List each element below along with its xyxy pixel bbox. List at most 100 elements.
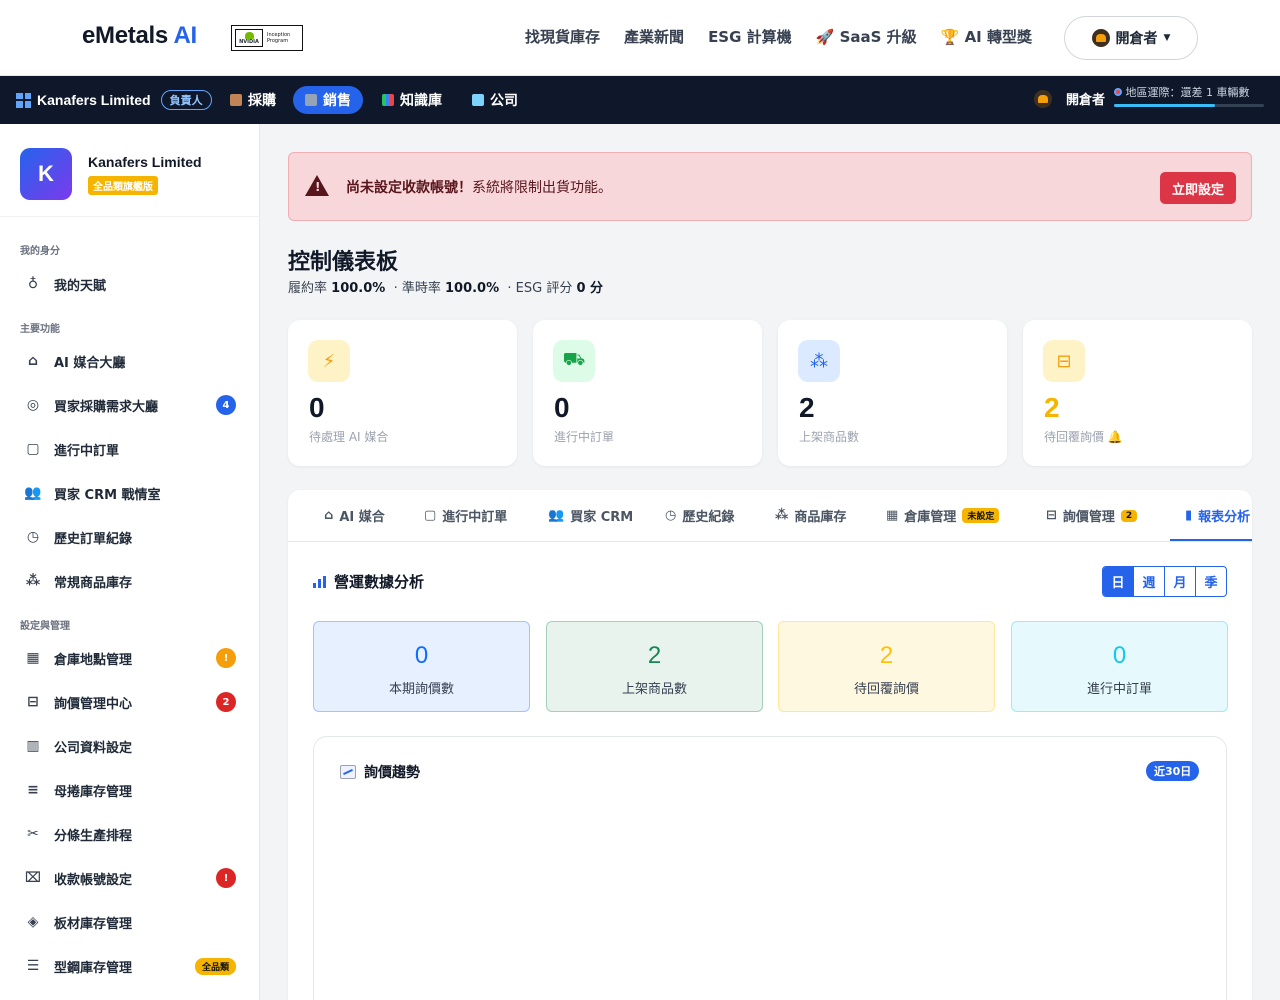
workspace-company[interactable]: Kanafers Limited 負責人 xyxy=(16,90,212,110)
sidebar-item[interactable]: ▦ 倉庫地點管理! xyxy=(24,644,238,672)
period-week-button[interactable]: 週 xyxy=(1133,567,1164,596)
brand-logo[interactable]: eMetals AI xyxy=(82,22,197,50)
period-quarter-button[interactable]: 季 xyxy=(1195,567,1226,596)
sidebar-item[interactable]: ⊟ 詢價管理中心 2 xyxy=(24,688,238,716)
region-status: 地區運際：還差 1 車輛數 xyxy=(1114,84,1264,100)
people-icon: 👥 xyxy=(24,485,42,501)
role-badge: 負責人 xyxy=(160,90,212,110)
sidebar-item-label: 買家 CRM 戰情室 xyxy=(54,487,161,503)
nav-link-stock[interactable]: 找現貨庫存 xyxy=(525,26,600,47)
kpi-label: 上架商品數 xyxy=(621,682,687,697)
stat-label: 待處理 AI 媒合 xyxy=(309,430,389,444)
user-menu-button[interactable]: 開倉者 ▼ xyxy=(1064,16,1198,60)
tab-company[interactable]: 公司 xyxy=(460,86,530,114)
sidebar-item-label: 我的天賦 xyxy=(54,278,107,294)
stat-card[interactable]: ⊟ 2 待回覆詢價 🔔 xyxy=(1023,320,1252,466)
list-icon: ☰ xyxy=(26,958,40,974)
tab-badge: 2 xyxy=(1120,509,1138,522)
nav-link-esg[interactable]: ESG 計算機 xyxy=(708,26,792,47)
kpi-label: 進行中訂單 xyxy=(1086,682,1152,697)
stat-card[interactable]: ⛟ 0 進行中訂單 xyxy=(533,320,762,466)
sidebar-item[interactable]: ≡ 母捲庫存管理 xyxy=(24,776,238,804)
sidebar-item-label: 買家採購需求大廳 xyxy=(54,399,159,415)
robot-icon: ⌂ xyxy=(324,508,334,523)
sidebar-item[interactable]: ▥ 公司資料設定 xyxy=(24,732,238,760)
dashboard-tab[interactable]: ▮ 報表分析 xyxy=(1185,506,1250,525)
people-icon: 👥 xyxy=(548,508,565,523)
sidebar-profile: K Kanafers Limited 全品類旗艦版 xyxy=(0,124,259,217)
kpi-box: 0 本期詢價數 xyxy=(313,621,530,712)
page-title: 控制儀表板 xyxy=(288,250,399,275)
dashboard-tab[interactable]: ⌂ AI 媒合 xyxy=(324,506,385,525)
section-settings: 設定與管理 xyxy=(20,621,70,632)
stat-value: 0 xyxy=(554,392,570,423)
kpi-value: 2 xyxy=(879,642,894,669)
award-icon: ♁ xyxy=(27,276,39,292)
period-month-button[interactable]: 月 xyxy=(1164,567,1195,596)
tab-knowledge[interactable]: 知識庫 xyxy=(370,86,454,114)
office-icon: ▥ xyxy=(26,738,40,754)
tab-label: 詢價管理 xyxy=(1062,510,1115,525)
sidebar-item-label: 分條生產排程 xyxy=(54,828,133,844)
plan-badge: 全品類旗艦版 xyxy=(88,176,158,195)
workspace-user[interactable]: 開倉者 xyxy=(1034,89,1105,108)
tab-purchase[interactable]: 採購 xyxy=(218,86,288,114)
region-progress-bar xyxy=(1114,104,1264,107)
sidebar-item[interactable]: ◷ 歷史訂單紀錄 xyxy=(24,523,238,551)
sidebar-item[interactable]: ⌂ AI 媒合大廳 xyxy=(24,347,238,375)
nav-link-award[interactable]: 🏆 AI 轉型獎 xyxy=(941,26,1032,47)
sidebar-item[interactable]: ♁ 我的天賦 xyxy=(24,270,238,298)
sidebar-item[interactable]: ◎ 買家採購需求大廳 4 xyxy=(24,391,238,419)
period-toggle: 日 週 月 季 xyxy=(1102,566,1227,597)
count-badge: 2 xyxy=(216,692,236,712)
tab-label: 報表分析 xyxy=(1198,510,1251,525)
target-dot-icon xyxy=(1114,88,1122,96)
section-main: 主要功能 xyxy=(20,324,60,335)
inbox-icon: ⊟ xyxy=(1043,340,1085,382)
sidebar-item[interactable]: ☰ 型鋼庫存管理 全品類 xyxy=(24,952,238,980)
sidebar-item[interactable]: ⁂ 常規商品庫存 xyxy=(24,567,238,595)
stat-label: 上架商品數 xyxy=(799,430,860,444)
sidebar-company-name: Kanafers Limited xyxy=(88,154,202,170)
bar-chart-icon xyxy=(313,575,326,588)
sidebar-item[interactable]: ⌧ 收款帳號設定! xyxy=(24,864,238,892)
kpi-value: 2 xyxy=(647,642,662,669)
books-icon xyxy=(382,94,394,106)
nav-link-saas[interactable]: 🚀 SaaS 升級 xyxy=(816,26,917,47)
warning-icon xyxy=(305,175,329,196)
dashboard-tab[interactable]: ▦ 倉庫管理 未設定 xyxy=(886,506,1000,525)
sidebar-item-label: 詢價管理中心 xyxy=(54,696,133,712)
setup-now-button[interactable]: 立即設定 xyxy=(1160,172,1236,204)
nav-link-news[interactable]: 產業新聞 xyxy=(624,26,684,47)
nvidia-logo-icon: NVIDIA xyxy=(235,29,263,47)
stat-label: 進行中訂單 xyxy=(554,430,615,444)
sidebar-item-label: 常規商品庫存 xyxy=(54,575,133,591)
top-nav: 找現貨庫存 產業新聞 ESG 計算機 🚀 SaaS 升級 🏆 AI 轉型獎 xyxy=(525,26,1032,47)
inquiry-trend-title: 詢價趨勢 xyxy=(340,762,420,782)
sidebar-item[interactable]: ◈ 板材庫存管理 xyxy=(24,908,238,936)
dashboard-tab[interactable]: ◷ 歷史紀錄 xyxy=(665,506,734,525)
dashboard-tab[interactable]: 👥 買家 CRM xyxy=(548,506,633,525)
sidebar-item[interactable]: ▢ 進行中訂單 xyxy=(24,435,238,463)
workspace-nav: Kanafers Limited 負責人 採購 銷售 知識庫 公司 開倉者 xyxy=(0,76,1280,124)
scissors-icon: ✂ xyxy=(27,826,39,842)
dashboard-tab[interactable]: ⁂ 商品庫存 xyxy=(775,506,846,525)
stat-card[interactable]: ⚡ 0 待處理 AI 媒合 xyxy=(288,320,517,466)
workspace-company-name: Kanafers Limited xyxy=(37,92,151,108)
period-day-button[interactable]: 日 xyxy=(1103,567,1133,596)
sidebar-item[interactable]: ✂ 分條生產排程 xyxy=(24,820,238,848)
trend-range-badge: 近30日 xyxy=(1146,761,1200,781)
kpi-value: 0 xyxy=(1112,642,1127,669)
dashboard-tab[interactable]: ▢ 進行中訂單 xyxy=(424,506,507,525)
rocket-icon: 🚀 xyxy=(815,28,835,46)
sidebar-item-label: 收款帳號設定 xyxy=(54,872,133,888)
dashboard-tab[interactable]: ⊟ 詢價管理 2 xyxy=(1046,506,1138,525)
sidebar-item[interactable]: 👥 買家 CRM 戰情室 xyxy=(24,479,238,507)
stat-card[interactable]: ⁂ 2 上架商品數 xyxy=(778,320,1007,466)
performance-metrics: 履約率 100.0% · 準時率 100.0% · ESG 評分 0 分 xyxy=(288,281,604,296)
tab-sales[interactable]: 銷售 xyxy=(293,86,363,114)
section-identity: 我的身分 xyxy=(20,246,60,257)
clock-icon: ◷ xyxy=(665,508,677,523)
dashboard-grid-icon xyxy=(16,92,31,108)
kpi-label: 本期詢價數 xyxy=(388,682,454,697)
